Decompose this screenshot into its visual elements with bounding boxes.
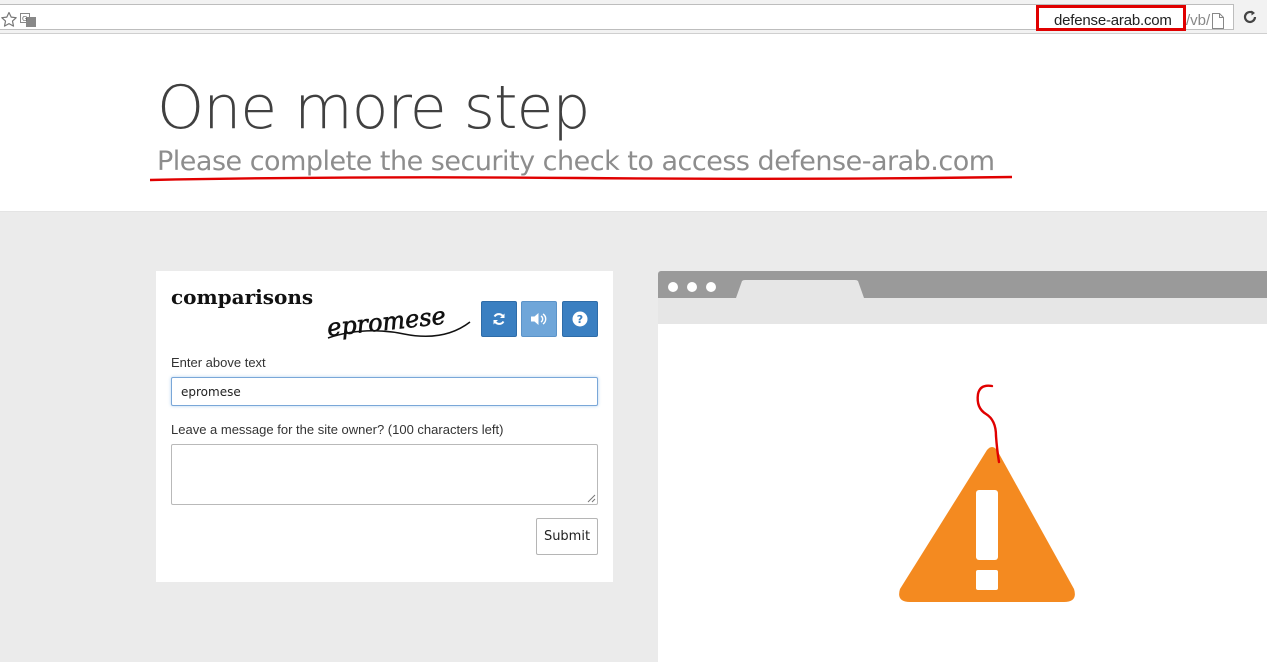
illustration-toolbar	[658, 298, 1267, 324]
captcha-input[interactable]	[171, 377, 598, 406]
help-captcha-button[interactable]: ?	[562, 301, 598, 337]
warning-icon	[899, 447, 1075, 602]
svg-text:G: G	[22, 15, 27, 23]
window-dot-icon	[706, 282, 716, 292]
captcha-word: comparisons	[171, 285, 314, 309]
translate-icon[interactable]: G	[20, 13, 36, 27]
address-bar: G defense-arab.com /vb/	[0, 0, 1267, 34]
illustration-tab	[736, 280, 864, 298]
svg-text:?: ?	[577, 313, 583, 326]
annotation-underline	[149, 175, 1013, 182]
audio-captcha-button[interactable]	[521, 301, 557, 337]
annotation-scribble	[976, 384, 1001, 464]
refresh-captcha-button[interactable]	[481, 301, 517, 337]
url-path: /vb/	[1186, 12, 1211, 29]
submit-button[interactable]: Submit	[536, 518, 598, 555]
audio-icon	[531, 313, 547, 325]
message-label: Leave a message for the site owner? (100…	[171, 422, 504, 437]
url-annotation-box	[1036, 5, 1186, 31]
captcha-distorted-image: epromese	[325, 301, 471, 342]
window-dot-icon	[668, 282, 678, 292]
captcha-input-label: Enter above text	[171, 355, 266, 370]
window-dot-icon	[687, 282, 697, 292]
refresh-icon	[493, 313, 505, 325]
page-header: One more step Please complete the securi…	[0, 35, 1267, 212]
resize-grip-icon[interactable]	[587, 494, 596, 503]
reload-icon[interactable]	[1241, 8, 1259, 26]
help-icon: ?	[572, 311, 588, 327]
message-textarea[interactable]	[171, 444, 598, 505]
page-icon	[1212, 13, 1224, 29]
star-icon[interactable]	[0, 11, 18, 29]
page-title: One more step	[157, 73, 591, 143]
